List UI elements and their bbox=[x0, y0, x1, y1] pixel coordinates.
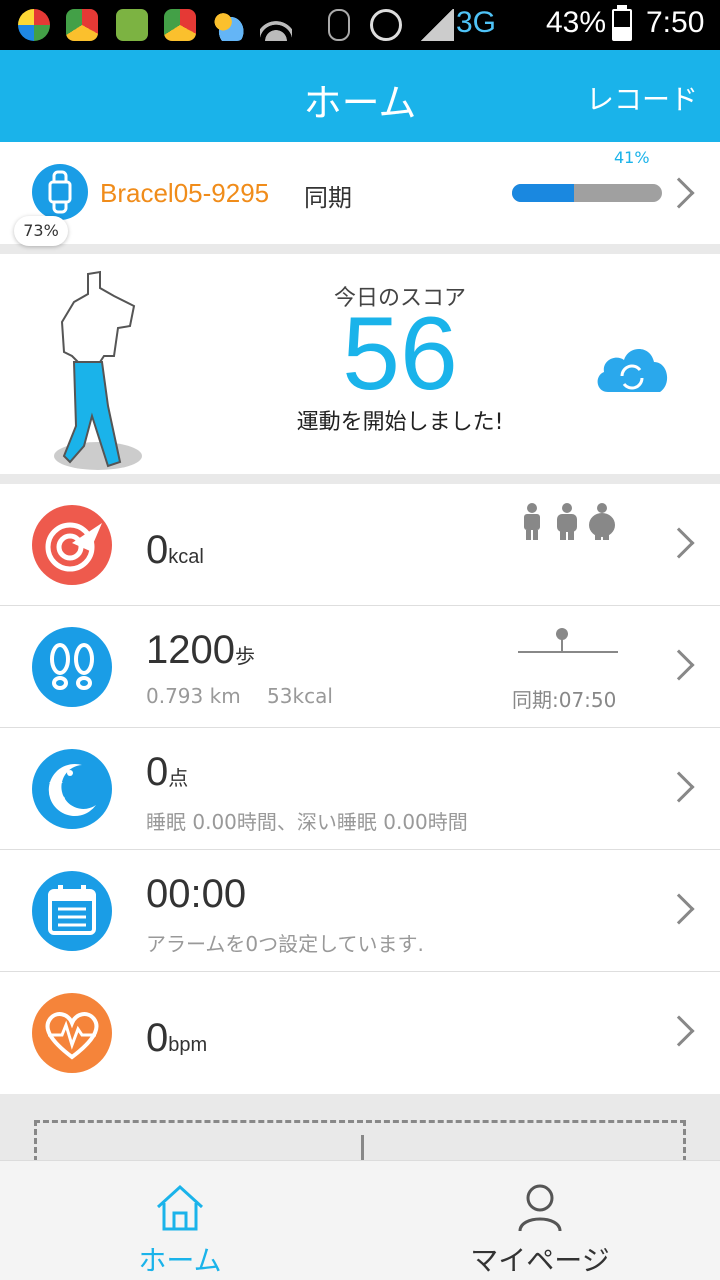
alarm-details: アラームを0つ設定しています. bbox=[146, 932, 424, 956]
battery-icon bbox=[612, 9, 632, 41]
moon-stars-icon bbox=[32, 749, 112, 829]
watch-icon bbox=[32, 164, 88, 220]
runner-figure-icon bbox=[54, 270, 142, 470]
chevron-right-icon bbox=[663, 177, 695, 209]
status-bar: 3G 43% 7:50 bbox=[0, 0, 720, 50]
steps-value: 1200歩 bbox=[146, 628, 255, 673]
person-icon bbox=[518, 1184, 562, 1232]
chrome-notification-icon-2 bbox=[164, 9, 196, 41]
calories-row[interactable]: 0kcal bbox=[0, 484, 720, 606]
device-battery-badge: 73% bbox=[14, 216, 68, 246]
android-notification-icon bbox=[116, 9, 148, 41]
device-name: Bracel05-9295 bbox=[100, 178, 270, 208]
alarm-row[interactable]: 00:00 アラームを0つ設定しています. bbox=[0, 850, 720, 972]
heart-rate-number: 0 bbox=[146, 1016, 169, 1060]
app-bar: ホーム レコード bbox=[0, 50, 720, 142]
heart-rate-value: 0bpm bbox=[146, 1016, 207, 1061]
score-value: 56 bbox=[342, 296, 458, 412]
heart-rate-icon bbox=[32, 993, 112, 1073]
weather-icon bbox=[212, 9, 244, 41]
calendar-icon bbox=[32, 871, 112, 951]
sleep-row[interactable]: 0点 睡眠 0.00時間、深い睡眠 0.00時間 bbox=[0, 728, 720, 850]
steps-number: 1200 bbox=[146, 628, 235, 672]
heart-rate-row[interactable]: 0bpm bbox=[0, 972, 720, 1094]
clock: 7:50 bbox=[646, 6, 705, 39]
calories-icon bbox=[32, 505, 112, 585]
score-message: 運動を開始しました! bbox=[296, 410, 504, 435]
bottom-navigation: ホーム マイページ bbox=[0, 1160, 720, 1280]
sleep-value: 0点 bbox=[146, 750, 188, 795]
chrome-notification-icon bbox=[66, 9, 98, 41]
alarm-value: 00:00 bbox=[146, 872, 246, 917]
steps-sync-time: 同期:07:50 bbox=[512, 688, 617, 712]
sleep-unit: 点 bbox=[168, 768, 189, 790]
sync-label: 同期 bbox=[304, 184, 352, 212]
chevron-right-icon bbox=[663, 649, 695, 681]
steps-details: 0.793 km 53kcal bbox=[146, 684, 333, 708]
alarm-icon bbox=[370, 9, 402, 41]
sync-progress-bar bbox=[512, 184, 662, 202]
sleep-details: 睡眠 0.00時間、深い睡眠 0.00時間 bbox=[146, 810, 468, 834]
chevron-right-icon bbox=[663, 527, 695, 559]
alarm-time: 00:00 bbox=[146, 872, 247, 916]
sync-timeline-icon bbox=[518, 628, 618, 653]
sleep-number: 0 bbox=[146, 750, 169, 794]
app-notification-icon bbox=[18, 9, 50, 41]
battery-percent-text: 43% bbox=[546, 6, 607, 39]
nav-home[interactable]: ホーム bbox=[0, 1161, 360, 1280]
steps-calories: 53kcal bbox=[267, 684, 333, 708]
calories-number: 0 bbox=[146, 528, 169, 572]
bluetooth-icon bbox=[328, 9, 350, 41]
signal-icon bbox=[420, 9, 454, 41]
heart-rate-unit: bpm bbox=[168, 1034, 208, 1056]
calories-value: 0kcal bbox=[146, 528, 204, 573]
steps-unit: 歩 bbox=[234, 646, 255, 668]
battery-fill bbox=[614, 26, 630, 39]
add-widget-area bbox=[0, 1094, 720, 1180]
cloud-sync-icon[interactable] bbox=[594, 340, 670, 394]
metrics-list: 0kcal 1200歩 0.793 km 53kcal 同期:07:50 0点 … bbox=[0, 484, 720, 1094]
record-button[interactable]: レコード bbox=[586, 78, 698, 118]
nav-mypage-label: マイページ bbox=[470, 1244, 610, 1277]
device-row[interactable]: 73% Bracel05-9295 同期 41% bbox=[0, 142, 720, 246]
steps-row[interactable]: 1200歩 0.793 km 53kcal 同期:07:50 bbox=[0, 606, 720, 728]
sync-progress-fill bbox=[512, 184, 574, 202]
nav-home-label: ホーム bbox=[138, 1244, 222, 1277]
chevron-right-icon bbox=[663, 1015, 695, 1047]
chevron-right-icon bbox=[663, 771, 695, 803]
nav-mypage[interactable]: マイページ bbox=[360, 1161, 720, 1280]
steps-distance: 0.793 km bbox=[146, 684, 241, 708]
footsteps-icon bbox=[32, 627, 112, 707]
calories-unit: kcal bbox=[168, 546, 204, 568]
network-type: 3G bbox=[456, 6, 497, 39]
chevron-right-icon bbox=[663, 893, 695, 925]
body-type-icon bbox=[524, 503, 615, 540]
sync-percent: 41% bbox=[614, 148, 650, 167]
score-card: 今日のスコア 56 運動を開始しました! bbox=[0, 254, 720, 474]
wifi-icon bbox=[260, 9, 292, 41]
home-icon bbox=[156, 1184, 204, 1231]
